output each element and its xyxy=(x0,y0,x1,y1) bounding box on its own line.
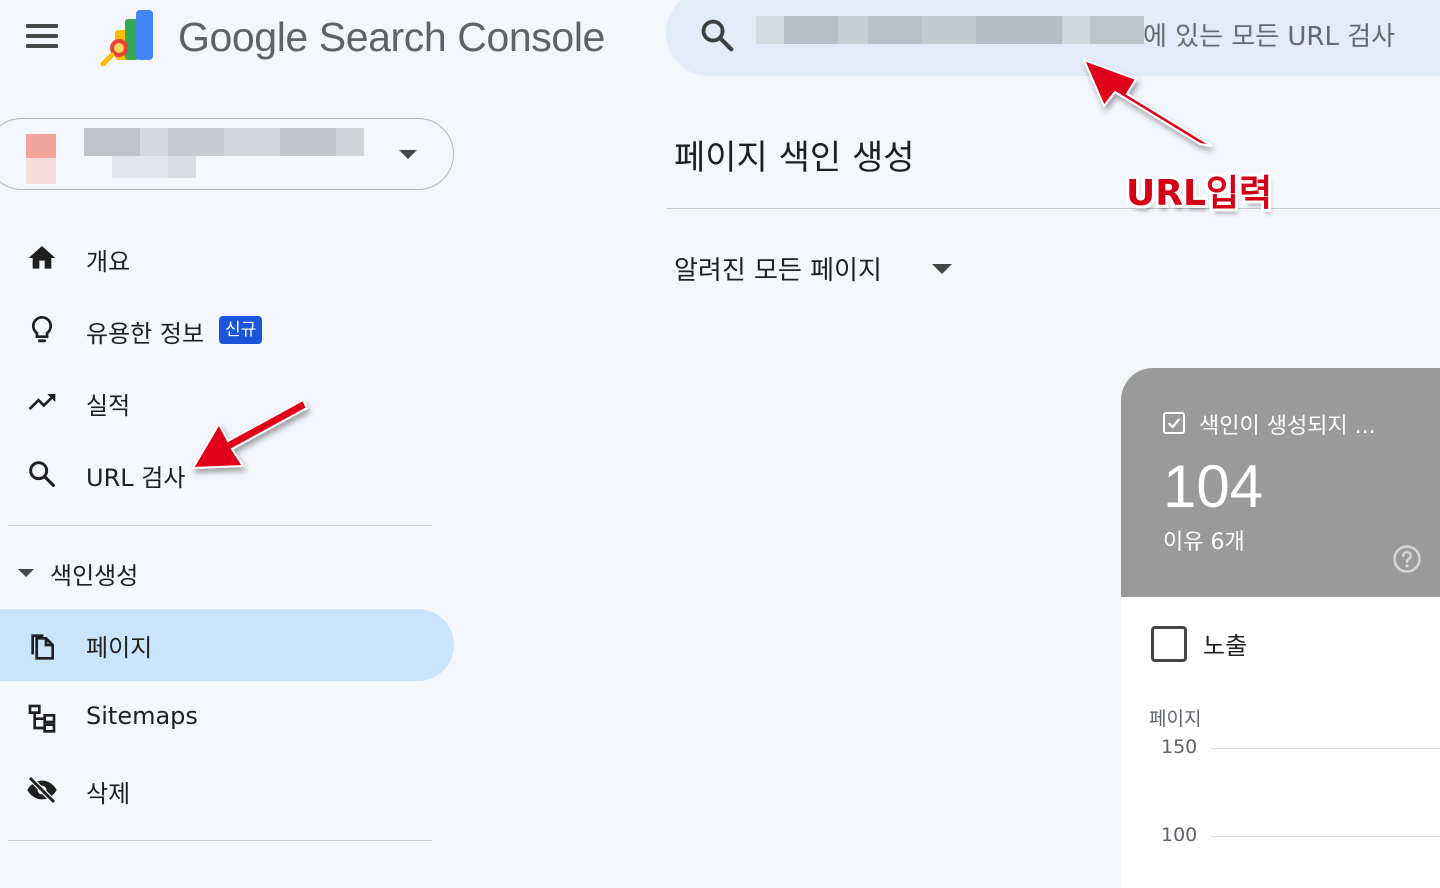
sidebar-item-label: 삭제 xyxy=(86,780,131,808)
sitemap-icon xyxy=(28,704,56,733)
sidebar-item-label: URL 검사 xyxy=(86,464,186,492)
card-title: 색인이 생성되지 ... xyxy=(1199,414,1376,439)
search-console-logo xyxy=(100,10,153,67)
sidebar-item-insights[interactable]: 유용한 정보 신규 xyxy=(0,300,454,360)
sidebar-item-url-inspection[interactable]: URL 검사 xyxy=(0,444,454,504)
caret-down-icon xyxy=(18,569,34,577)
lightbulb-icon xyxy=(32,315,52,343)
search-placeholder: 에 있는 모든 URL 검사 xyxy=(1143,22,1396,52)
page-title: 페이지 색인 생성 xyxy=(674,138,915,178)
impressions-checkbox[interactable] xyxy=(1151,626,1187,662)
help-icon[interactable] xyxy=(1392,544,1422,574)
search-icon[interactable] xyxy=(698,16,736,54)
blurred-property-name xyxy=(84,128,374,180)
header-divider xyxy=(666,208,1440,209)
blurred-property-url xyxy=(756,16,1144,44)
filter-selected-value: 알려진 모든 페이지 xyxy=(674,256,882,286)
search-icon xyxy=(29,461,55,487)
chart-y-axis-label: 페이지 xyxy=(1149,708,1202,730)
sidebar-item-label: 페이지 xyxy=(86,634,153,662)
sidebar-item-label: Sitemaps xyxy=(86,702,198,730)
property-favicon xyxy=(26,134,56,184)
chevron-down-icon[interactable] xyxy=(399,150,417,159)
annotation-label: URL입력 xyxy=(1126,173,1273,214)
sidebar-item-removals[interactable]: 삭제 xyxy=(0,760,454,820)
indexing-section-toggle[interactable]: 색인생성 xyxy=(14,552,314,592)
sidebar-item-overview[interactable]: 개요 xyxy=(0,228,454,288)
y-tick-label: 100 xyxy=(1161,824,1198,846)
sidebar-divider xyxy=(8,525,432,526)
reason-count: 이유 6개 xyxy=(1163,530,1245,555)
app-title: Google Search Console xyxy=(178,14,605,60)
index-status-card: 색인이 생성되지 ... 104 이유 6개 노출 페이지 150 100 xyxy=(1121,368,1440,888)
section-label: 색인생성 xyxy=(50,562,139,590)
sidebar-item-performance[interactable]: 실적 xyxy=(0,372,454,432)
y-tick-label: 150 xyxy=(1161,736,1198,758)
sidebar-item-pages[interactable]: 페이지 xyxy=(0,609,454,681)
gridline xyxy=(1211,748,1440,749)
eye-off-icon xyxy=(27,776,57,804)
trending-up-icon xyxy=(28,394,56,410)
sidebar-item-label: 유용한 정보 xyxy=(86,320,205,348)
sidebar-item-label: 개요 xyxy=(86,248,131,276)
not-indexed-count: 104 xyxy=(1163,453,1264,520)
not-indexed-summary[interactable]: 색인이 생성되지 ... 104 이유 6개 xyxy=(1121,368,1440,597)
sidebar-divider xyxy=(8,840,432,841)
page-filter-dropdown[interactable]: 알려진 모든 페이지 xyxy=(674,250,952,290)
impressions-label: 노출 xyxy=(1203,632,1248,660)
checkbox-checked-icon[interactable] xyxy=(1163,412,1185,434)
main-menu-button[interactable] xyxy=(22,18,64,56)
home-icon xyxy=(28,246,56,269)
gridline xyxy=(1211,836,1440,837)
sidebar-item-sitemaps[interactable]: Sitemaps xyxy=(0,688,454,748)
sidebar-item-label: 실적 xyxy=(86,392,131,420)
copy-pages-icon xyxy=(31,634,54,660)
new-badge: 신규 xyxy=(219,316,263,344)
chevron-down-icon xyxy=(932,264,952,274)
